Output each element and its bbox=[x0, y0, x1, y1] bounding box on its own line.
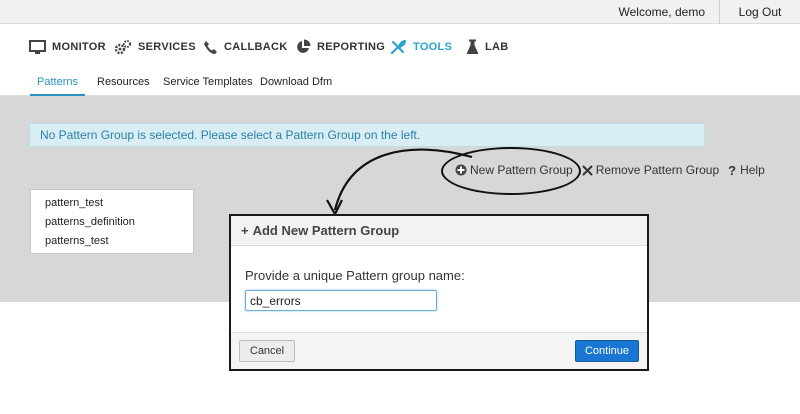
nav-services[interactable]: SERVICES bbox=[114, 36, 196, 58]
remove-pattern-group-label: Remove Pattern Group bbox=[595, 163, 720, 177]
phone-icon bbox=[204, 40, 217, 54]
nav-monitor-label: MONITOR bbox=[52, 41, 106, 53]
gears-icon bbox=[114, 40, 131, 55]
dialog-title: Add New Pattern Group bbox=[252, 223, 400, 238]
sub-nav: Patterns Resources Service Templates Dow… bbox=[0, 70, 800, 96]
logout-link[interactable]: Log Out bbox=[720, 0, 800, 24]
list-item[interactable]: pattern_test bbox=[31, 194, 193, 213]
nav-reporting-label: REPORTING bbox=[317, 41, 386, 53]
add-pattern-group-dialog: + Add New Pattern Group Provide a unique … bbox=[229, 214, 649, 371]
top-bar: Welcome, demo Log Out bbox=[0, 0, 800, 24]
continue-button[interactable]: Continue bbox=[575, 340, 639, 362]
welcome-text: Welcome, demo bbox=[619, 0, 720, 24]
question-icon: ? bbox=[728, 162, 737, 178]
info-alert: No Pattern Group is selected. Please sel… bbox=[29, 123, 705, 147]
nav-callback-label: CALLBACK bbox=[224, 41, 288, 53]
help-label: Help bbox=[740, 163, 765, 177]
pattern-group-name-input[interactable] bbox=[245, 290, 437, 311]
close-icon bbox=[582, 165, 593, 175]
flask-icon bbox=[466, 39, 479, 54]
list-item[interactable]: patterns_definition bbox=[31, 213, 193, 232]
nav-services-label: SERVICES bbox=[138, 41, 196, 53]
nav-reporting[interactable]: REPORTING bbox=[295, 36, 385, 58]
pattern-group-actions: New Pattern Group Remove Pattern Group ?… bbox=[455, 158, 765, 182]
nav-lab[interactable]: LAB bbox=[466, 36, 509, 58]
wrench-icon bbox=[390, 39, 407, 55]
tab-download-dfm[interactable]: Download Dfm bbox=[260, 70, 332, 96]
dialog-header: + Add New Pattern Group bbox=[231, 216, 647, 246]
nav-lab-label: LAB bbox=[485, 41, 509, 53]
pattern-group-list: pattern_test patterns_definition pattern… bbox=[30, 189, 194, 254]
nav-callback[interactable]: CALLBACK bbox=[203, 36, 288, 58]
remove-pattern-group-button[interactable]: Remove Pattern Group bbox=[582, 163, 719, 177]
plus-icon: + bbox=[241, 223, 249, 238]
list-item[interactable]: patterns_test bbox=[31, 232, 193, 251]
nav-monitor[interactable]: MONITOR bbox=[29, 36, 106, 58]
new-pattern-group-button[interactable]: New Pattern Group bbox=[455, 163, 573, 177]
cancel-button[interactable]: Cancel bbox=[239, 340, 295, 362]
nav-tools-label: TOOLS bbox=[413, 41, 453, 53]
main-nav: MONITOR SERVICES CALLBACK REPORTING TOOL… bbox=[0, 24, 800, 70]
pie-chart-icon bbox=[297, 39, 311, 53]
plus-circle-icon bbox=[455, 164, 467, 176]
dialog-footer: Cancel Continue bbox=[231, 332, 647, 369]
tab-patterns[interactable]: Patterns bbox=[30, 70, 85, 96]
pattern-group-name-label: Provide a unique Pattern group name: bbox=[245, 268, 465, 283]
tab-service-templates[interactable]: Service Templates bbox=[163, 70, 253, 96]
help-button[interactable]: ? Help bbox=[728, 163, 765, 178]
new-pattern-group-label: New Pattern Group bbox=[470, 163, 573, 177]
monitor-icon bbox=[29, 39, 46, 54]
nav-tools[interactable]: TOOLS bbox=[390, 36, 452, 58]
dialog-body: Provide a unique Pattern group name: bbox=[231, 246, 647, 334]
tab-resources[interactable]: Resources bbox=[97, 70, 150, 96]
